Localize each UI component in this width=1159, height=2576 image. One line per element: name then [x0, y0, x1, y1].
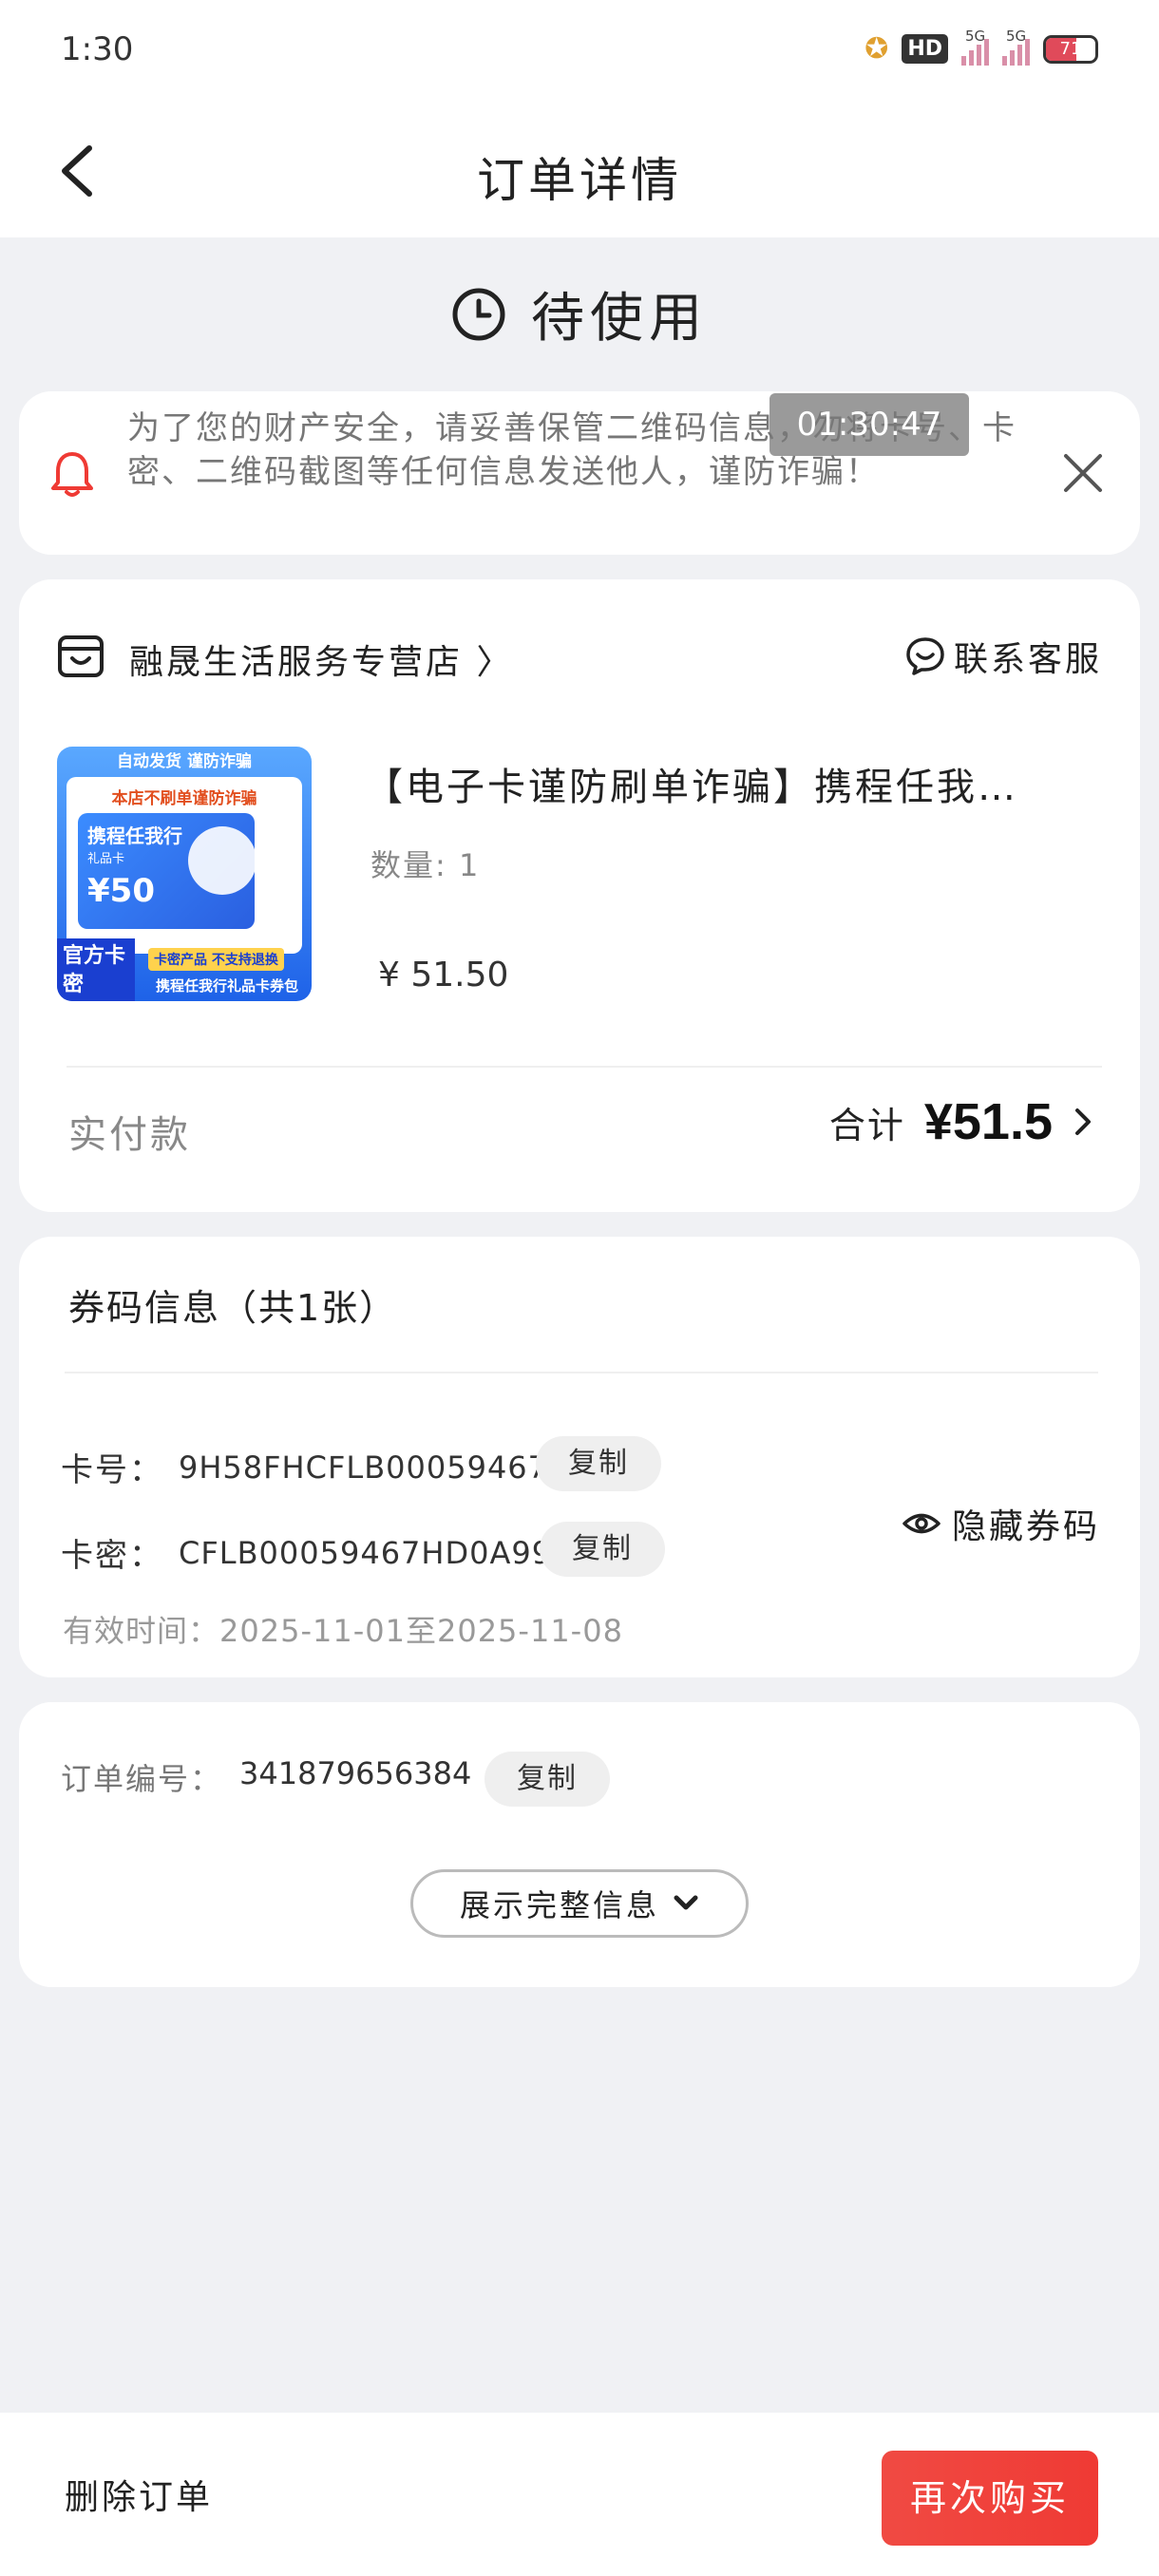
bell-icon	[51, 452, 93, 497]
product-price: ¥ 51.50	[378, 956, 509, 994]
security-notice: 为了您的财产安全，请妥善保管二维码信息，勿将卡号、卡密、二维码截图等任何信息发送…	[19, 391, 1140, 555]
card-password-row: 卡密： CFLB00059467HD0A99	[61, 1529, 552, 1576]
divider	[66, 1066, 1102, 1068]
paid-label: 实付款	[68, 1113, 191, 1157]
order-number-label: 订单编号：	[61, 1761, 223, 1797]
product-quantity: 数量: 1	[370, 847, 481, 883]
card-number-row: 卡号： 9H58FHCFLB00059467	[61, 1444, 548, 1490]
clock-icon	[452, 288, 505, 340]
product-thumbnail[interactable]: 自动发货 谨防诈骗 本店不刷单谨防诈骗 携程任我行 礼品卡 ¥50 官方卡密 卡…	[57, 747, 312, 1001]
copy-card-password-button[interactable]: 复制	[540, 1522, 665, 1577]
order-status-label: 待使用	[531, 288, 708, 350]
shop-icon	[58, 635, 104, 677]
total-amount: ¥51.5	[923, 1093, 1053, 1150]
card-password-value: CFLB00059467HD0A99	[179, 1534, 553, 1571]
hd-badge: HD	[902, 34, 948, 64]
status-icons: ✪ HD 5G 5G 71	[864, 28, 1098, 66]
battery-icon: 71	[1043, 34, 1098, 64]
hide-code-button[interactable]: 隐藏券码	[902, 1499, 1100, 1548]
product-title[interactable]: 【电子卡谨防刷单诈骗】携程任我…	[365, 756, 1115, 811]
buy-again-button[interactable]: 再次购买	[882, 2451, 1098, 2546]
coupon-heading: 券码信息（共1张）	[68, 1287, 398, 1329]
order-status: 待使用	[0, 275, 1159, 352]
copy-order-number-button[interactable]: 复制	[484, 1752, 610, 1807]
page-title: 订单详情	[477, 153, 682, 208]
delete-order-button[interactable]: 删除订单	[65, 2470, 213, 2519]
validity-period: 有效时间：2025-11-01至2025-11-08	[63, 1613, 623, 1649]
chevron-down-icon	[674, 1895, 698, 1910]
page-header: 订单详情	[0, 104, 1159, 237]
order-number-value: 341879656384	[239, 1755, 472, 1791]
shop-name-link[interactable]: 融晟生活服务专营店 〉	[129, 635, 513, 684]
status-bar: 1:30 ✪ HD 5G 5G 71	[0, 0, 1159, 104]
product-card: 融晟生活服务专营店 〉 联系客服 自动发货 谨防诈骗 本店不刷单谨防诈骗 携程任…	[19, 579, 1140, 1212]
chevron-right-icon	[1075, 1108, 1091, 1135]
copy-card-number-button[interactable]: 复制	[536, 1436, 661, 1491]
total-label: 合计	[828, 1104, 905, 1146]
card-number-label: 卡号：	[61, 1451, 163, 1489]
order-info-card: 订单编号： 341879656384 复制 展示完整信息	[19, 1702, 1140, 1987]
signal-icon: 5G	[961, 28, 989, 66]
thumb-footer: 携程任我行礼品卡券包	[155, 977, 298, 994]
chat-icon	[906, 637, 944, 675]
thumb-sub-text: 本店不刷单谨防诈骗	[111, 789, 257, 808]
hide-code-label: 隐藏券码	[951, 1507, 1100, 1546]
thumb-tag: 卡密产品 不支持退换	[148, 948, 284, 971]
timestamp-overlay: 01:30:47	[770, 393, 969, 456]
hotspot-icon: ✪	[864, 32, 889, 66]
bottom-action-bar: 删除订单 再次购买	[0, 2413, 1159, 2576]
close-icon[interactable]	[1060, 450, 1106, 496]
total-amount-row[interactable]: 合计 ¥51.5	[829, 1092, 1094, 1151]
official-badge: 官方卡密	[57, 938, 135, 1001]
customer-service-label: 联系客服	[953, 640, 1102, 679]
dolphin-logo-icon	[188, 826, 256, 895]
signal-icon: 5G	[1002, 28, 1030, 66]
eye-icon	[902, 1513, 940, 1534]
card-number-value: 9H58FHCFLB00059467	[179, 1449, 549, 1486]
customer-service-button[interactable]: 联系客服	[904, 632, 1102, 681]
thumb-top-text: 自动发货 谨防诈骗	[117, 752, 252, 771]
show-full-info-label: 展示完整信息	[459, 1887, 659, 1923]
card-password-label: 卡密：	[61, 1537, 163, 1575]
divider	[65, 1372, 1098, 1373]
status-time: 1:30	[61, 30, 134, 68]
show-full-info-button[interactable]: 展示完整信息	[410, 1869, 749, 1938]
coupon-info-card: 券码信息（共1张） 卡号： 9H58FHCFLB00059467 复制 卡密： …	[19, 1237, 1140, 1677]
